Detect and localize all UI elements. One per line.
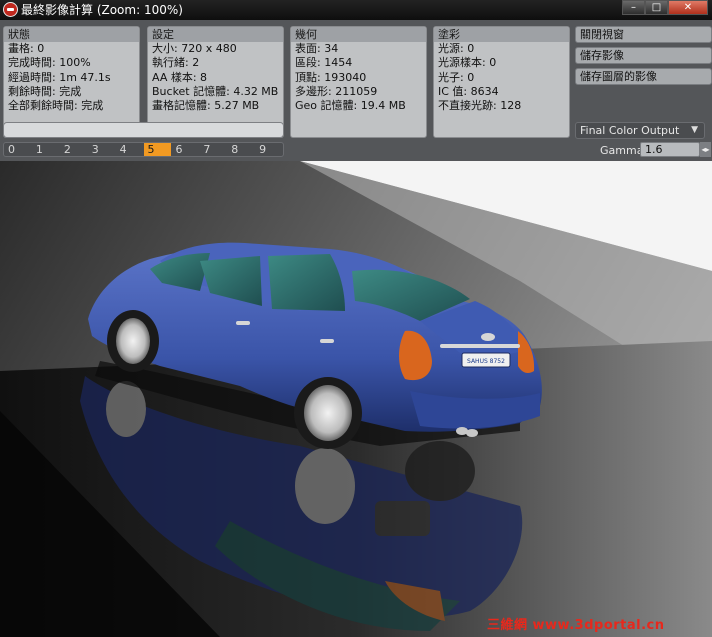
geometry-header: 幾何 xyxy=(291,27,426,42)
car-badge xyxy=(481,333,495,341)
geometry-vertices: 頂點: 193040 xyxy=(295,70,367,84)
status-total-remaining: 全部剩餘時間: 完成 xyxy=(8,99,104,113)
settings-bucket-memory: Bucket 記憶體: 4.32 MB xyxy=(152,84,279,98)
save-image-button[interactable]: 儲存影像 xyxy=(575,47,712,64)
car-door-handle-rear xyxy=(236,321,250,325)
window-title: 最終影像計算 (Zoom: 100%) xyxy=(21,3,183,17)
close-window-button[interactable]: 關閉視窗 xyxy=(575,26,712,43)
buffer-slot-2[interactable]: 2 xyxy=(60,143,88,156)
render-progress-bar xyxy=(3,122,284,138)
settings-threads: 執行緒: 2 xyxy=(152,56,200,70)
car-license-plate-text: SAHUS 8752 xyxy=(467,358,505,365)
buffer-slot-7[interactable]: 7 xyxy=(199,143,227,156)
close-icon: ✕ xyxy=(683,2,693,13)
chevron-down-icon: ▼ xyxy=(691,125,698,135)
car-rear-wheel-rim xyxy=(304,385,352,441)
render-status-panel: 狀態 畫格: 0 完成時間: 100% 經過時間: 1m 47.1s 剩餘時間:… xyxy=(0,20,712,161)
car-front-wheel-rim xyxy=(116,318,150,364)
geometry-group: 幾何 表面: 34 區段: 1454 頂點: 193040 多邊形: 21105… xyxy=(290,26,427,138)
reflection-front-wheel xyxy=(106,381,146,437)
shading-ic-value: IC 值: 8634 xyxy=(438,84,499,98)
window-controls: – □ ✕ xyxy=(622,0,708,15)
status-frame: 畫格: 0 xyxy=(8,42,45,55)
settings-header: 設定 xyxy=(148,27,283,42)
geometry-memory: Geo 記憶體: 19.4 MB xyxy=(295,99,406,113)
output-buffer-value: Final Color Output xyxy=(580,124,680,137)
reflection-tyre xyxy=(405,441,475,501)
app-icon[interactable] xyxy=(3,2,18,17)
gamma-input[interactable]: 1.6 xyxy=(640,142,700,157)
buffer-slot-1[interactable]: 1 xyxy=(32,143,60,156)
buffer-slot-9[interactable]: 9 xyxy=(255,143,283,156)
geometry-surfaces: 表面: 34 xyxy=(295,42,339,55)
car-side-window-rear xyxy=(268,254,345,311)
buffer-slot-8[interactable]: 8 xyxy=(227,143,255,156)
shading-light-samples: 光源樣本: 0 xyxy=(438,56,497,70)
settings-aa-samples: AA 樣本: 8 xyxy=(152,70,208,84)
buffer-slot-4[interactable]: 4 xyxy=(116,143,144,156)
minimize-icon: – xyxy=(631,2,636,13)
settings-size: 大小: 720 x 480 xyxy=(152,42,237,55)
car-exhaust-right xyxy=(466,429,478,437)
reflection-rear-wheel xyxy=(295,448,355,524)
buffer-slot-0[interactable]: 0 xyxy=(4,143,32,156)
buffer-slot-3[interactable]: 3 xyxy=(88,143,116,156)
buffer-slot-6[interactable]: 6 xyxy=(171,143,199,156)
output-buffer-select[interactable]: Final Color Output ▼ xyxy=(575,122,705,139)
buffer-slot-5[interactable]: 5 xyxy=(143,143,172,156)
render-viewport: SAHUS 8752 xyxy=(0,161,712,637)
maximize-button[interactable]: □ xyxy=(645,0,668,15)
minimize-button[interactable]: – xyxy=(622,0,645,15)
maximize-icon: □ xyxy=(651,2,662,13)
watermark: 三維網 www.3dportal.cn xyxy=(487,618,665,633)
frame-buffer-selector: 0123456789 xyxy=(3,142,284,157)
title-bar: 最終影像計算 (Zoom: 100%) – □ ✕ xyxy=(0,0,712,20)
shading-group: 塗彩 光源: 0 光源樣本: 0 光子: 0 IC 值: 8634 不直接光跡:… xyxy=(433,26,570,138)
reflection-exhaust xyxy=(375,501,430,536)
rendered-image: SAHUS 8752 xyxy=(0,161,712,637)
status-completion: 完成時間: 100% xyxy=(8,56,91,70)
shading-photons: 光子: 0 xyxy=(438,70,475,84)
car-door-handle-front xyxy=(320,339,334,343)
settings-frame-memory: 畫格記憶體: 5.27 MB xyxy=(152,99,260,113)
car-trunk-chrome xyxy=(440,344,520,348)
render-progress-fill xyxy=(4,123,283,137)
shading-indirect-rays: 不直接光跡: 128 xyxy=(438,99,522,113)
geometry-polygons: 多邊形: 211059 xyxy=(295,84,378,98)
shading-header: 塗彩 xyxy=(434,27,569,42)
shading-lights: 光源: 0 xyxy=(438,42,475,55)
status-header: 狀態 xyxy=(4,27,139,42)
status-elapsed: 經過時間: 1m 47.1s xyxy=(8,70,111,84)
gamma-stepper-icon[interactable]: ◂▸ xyxy=(700,142,711,157)
gamma-label: Gamma xyxy=(600,144,644,157)
status-remaining: 剩餘時間: 完成 xyxy=(8,84,82,98)
geometry-segments: 區段: 1454 xyxy=(295,56,353,70)
save-layered-image-button[interactable]: 儲存圖層的影像 xyxy=(575,68,712,85)
close-button[interactable]: ✕ xyxy=(668,0,708,15)
